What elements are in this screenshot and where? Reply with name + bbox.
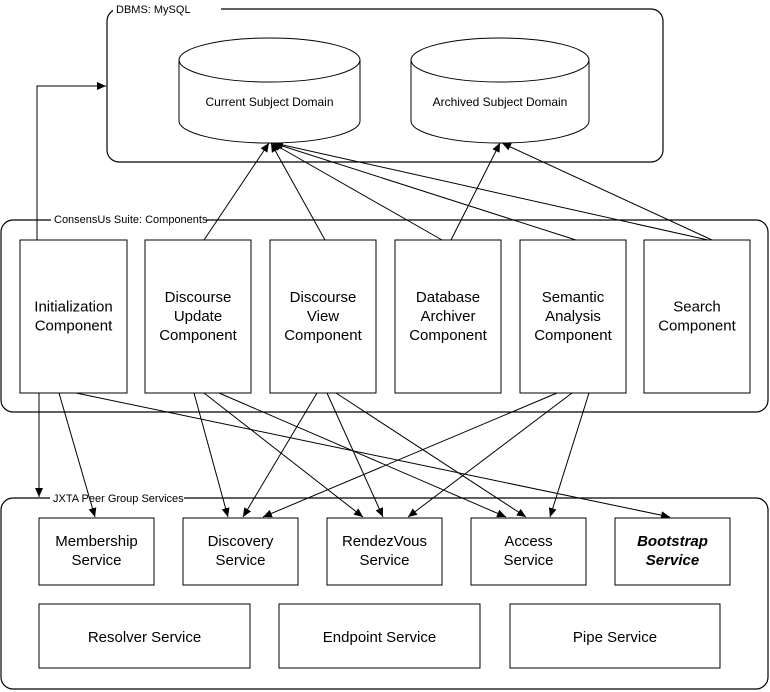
- component-sa[interactable]: Semantic Analysis Component: [519, 239, 627, 394]
- service-label-line: Service: [71, 552, 121, 569]
- component-label-line: Component: [658, 318, 736, 335]
- component-label-line: Semantic: [542, 289, 605, 306]
- component-du[interactable]: Discourse Update Component: [144, 239, 252, 394]
- component-da[interactable]: Database Archiver Component: [394, 239, 502, 394]
- component-label-line: Initialization: [34, 299, 112, 316]
- component-label-line: Analysis: [545, 308, 601, 325]
- service-label-line: Service: [646, 552, 699, 569]
- arrow-sa-to-current: [272, 141, 577, 241]
- service-bootstrap[interactable]: Bootstrap Service: [614, 517, 731, 586]
- service-label-line: Discovery: [208, 533, 274, 550]
- service-label-line: Bootstrap: [637, 533, 708, 550]
- service-label: Pipe Service: [573, 629, 657, 646]
- arrow-du-to-current: [203, 142, 270, 241]
- service-access[interactable]: Access Service: [470, 517, 587, 586]
- dbms-group-label: DBMS: MySQL: [116, 4, 191, 16]
- component-dv[interactable]: Discourse View Component: [269, 239, 377, 394]
- service-pipe[interactable]: Pipe Service: [509, 603, 721, 669]
- component-label-line: Discourse: [165, 289, 232, 306]
- service-endpoint[interactable]: Endpoint Service: [278, 603, 481, 669]
- service-label-line: Service: [215, 552, 265, 569]
- service-label-line: Service: [359, 552, 409, 569]
- arrow-search-to-archived: [501, 142, 713, 241]
- database-current[interactable]: Current Subject Domain: [178, 37, 361, 144]
- architecture-diagram: DBMS: MySQL ConsensUs Suite: Components …: [0, 3, 769, 690]
- service-label: Resolver Service: [88, 629, 201, 646]
- component-label-line: Search: [673, 299, 721, 316]
- service-label-line: Access: [504, 533, 552, 550]
- database-label: Current Subject Domain: [205, 95, 333, 109]
- service-membership[interactable]: Membership Service: [38, 517, 155, 586]
- service-label-line: RendezVous: [342, 533, 427, 550]
- component-label-line: Component: [159, 327, 237, 344]
- component-label-line: Database: [416, 289, 480, 306]
- database-label: Archived Subject Domain: [433, 95, 568, 109]
- components-group-label: ConsensUs Suite: Components: [54, 214, 208, 226]
- service-label-line: Membership: [55, 533, 138, 550]
- services-group-label: JXTA Peer Group Services: [53, 493, 184, 505]
- arrow-search-to-current: [273, 141, 709, 241]
- service-label: Endpoint Service: [323, 629, 436, 646]
- component-label-line: Component: [409, 327, 487, 344]
- component-search[interactable]: Search Component: [643, 239, 751, 394]
- component-label-line: Archiver: [420, 308, 475, 325]
- component-label-line: Component: [534, 327, 612, 344]
- component-label-line: Component: [284, 327, 362, 344]
- service-resolver[interactable]: Resolver Service: [38, 603, 251, 669]
- component-label-line: View: [307, 308, 339, 325]
- component-label-line: Discourse: [290, 289, 357, 306]
- service-label-line: Service: [503, 552, 553, 569]
- component-label-line: Component: [35, 318, 113, 335]
- service-discovery[interactable]: Discovery Service: [182, 517, 299, 586]
- component-label-line: Update: [174, 308, 222, 325]
- service-rendezvous[interactable]: RendezVous Service: [326, 517, 443, 586]
- database-archived[interactable]: Archived Subject Domain: [410, 37, 590, 144]
- component-init[interactable]: Initialization Component: [19, 239, 128, 394]
